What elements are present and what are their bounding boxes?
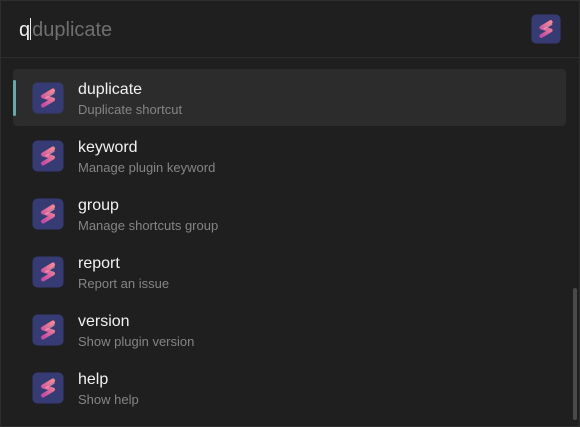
shortcuts-plugin-icon bbox=[531, 14, 561, 44]
search-query[interactable]: q duplicate bbox=[19, 18, 112, 42]
result-item-report[interactable]: report Report an issue bbox=[13, 243, 566, 300]
result-subtitle: Show help bbox=[78, 392, 139, 407]
shortcuts-plugin-icon bbox=[32, 372, 64, 404]
result-title: group bbox=[78, 197, 119, 214]
result-title: duplicate bbox=[78, 81, 143, 98]
search-bar[interactable]: q duplicate bbox=[1, 1, 579, 58]
result-item-keyword[interactable]: keyword Manage plugin keyword bbox=[13, 127, 566, 184]
result-title: report bbox=[78, 255, 120, 272]
shortcuts-plugin-icon bbox=[32, 82, 64, 114]
launcher-window: q duplicate duplicate Duplicate shortcut … bbox=[0, 0, 580, 427]
result-subtitle: Report an issue bbox=[78, 276, 170, 291]
search-suggestion: duplicate bbox=[32, 19, 113, 41]
results-scrollbar[interactable] bbox=[573, 288, 577, 420]
result-item-group[interactable]: group Manage shortcuts group bbox=[13, 185, 566, 242]
shortcuts-plugin-icon bbox=[32, 198, 64, 230]
text-caret bbox=[30, 18, 32, 40]
result-subtitle: Duplicate shortcut bbox=[78, 102, 183, 117]
result-subtitle: Show plugin version bbox=[78, 334, 195, 349]
shortcuts-plugin-icon bbox=[32, 314, 64, 346]
result-title: keyword bbox=[78, 139, 138, 156]
results-list: duplicate Duplicate shortcut keyword Man… bbox=[1, 58, 579, 426]
result-subtitle: Manage plugin keyword bbox=[78, 160, 216, 175]
shortcuts-plugin-icon bbox=[32, 140, 64, 172]
result-subtitle: Manage shortcuts group bbox=[78, 218, 219, 233]
selection-indicator bbox=[13, 80, 16, 116]
result-title: version bbox=[78, 313, 130, 330]
result-title: help bbox=[78, 371, 109, 388]
shortcuts-plugin-icon bbox=[32, 256, 64, 288]
result-item-help[interactable]: help Show help bbox=[13, 359, 566, 416]
result-item-duplicate[interactable]: duplicate Duplicate shortcut bbox=[13, 69, 566, 126]
search-typed-text: q bbox=[19, 19, 31, 41]
result-item-version[interactable]: version Show plugin version bbox=[13, 301, 566, 358]
